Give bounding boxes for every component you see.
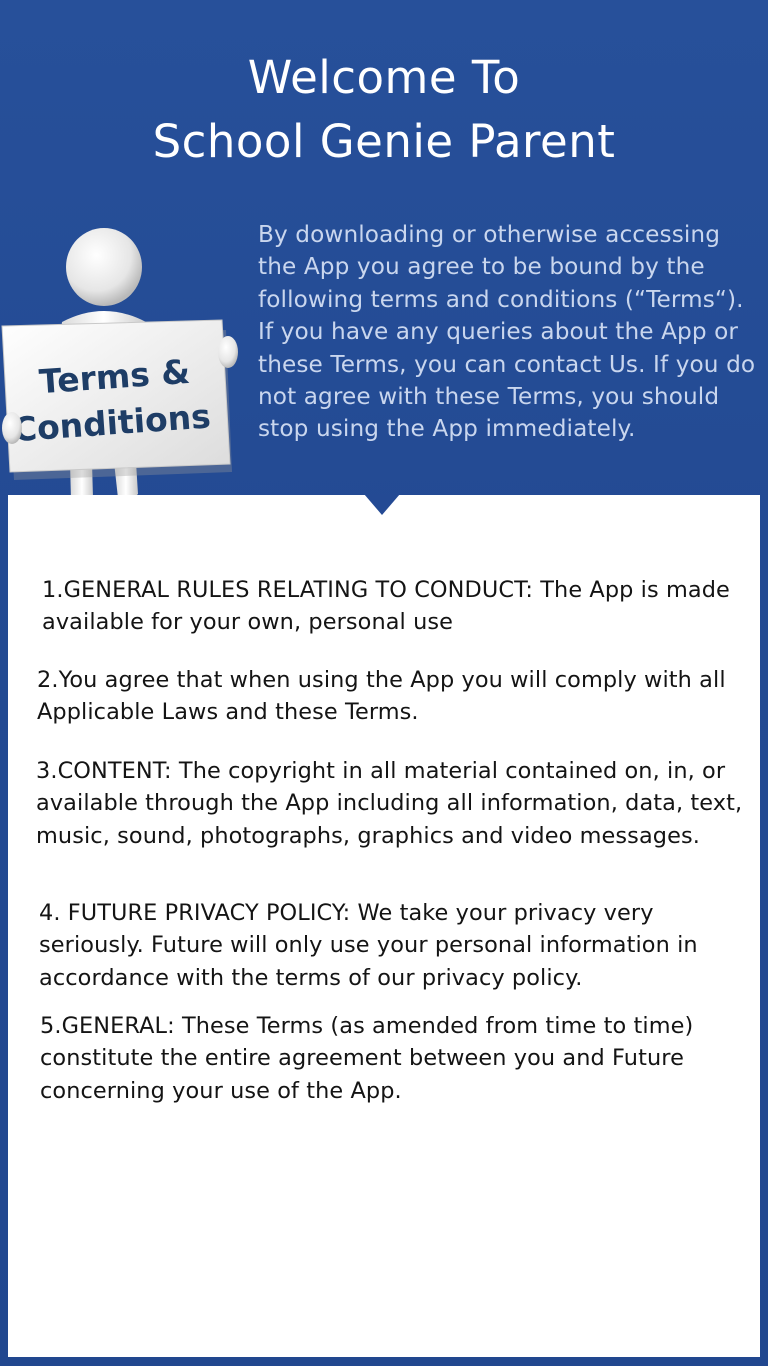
term-item-4: 4. FUTURE PRIVACY POLICY: We take your p… [39,900,698,991]
term-item-5: 5.GENERAL: These Terms (as amended from … [40,1013,694,1104]
term-item-2: 2.You agree that when using the App you … [37,667,726,726]
term-item-1: 1.GENERAL RULES RELATING TO CONDUCT: The… [42,577,730,636]
terms-screen: Welcome To School Genie Parent Terms & C… [0,0,768,1366]
terms-list: 1.GENERAL RULES RELATING TO CONDUCT: The… [0,0,768,1366]
term-item-3: 3.CONTENT: The copyright in all material… [36,758,743,849]
